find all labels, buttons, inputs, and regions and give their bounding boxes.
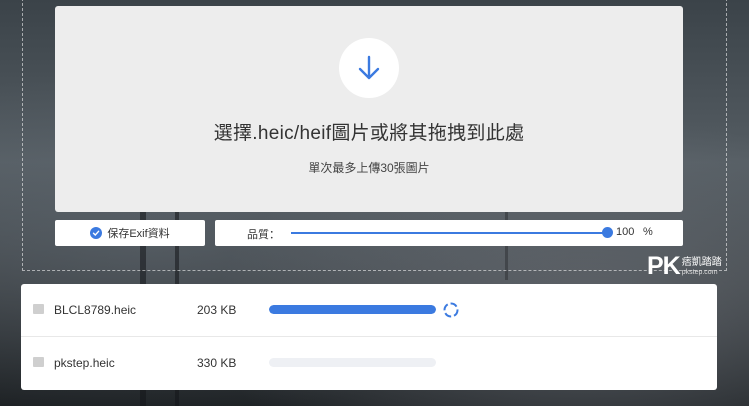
exif-label: 保存Exif資料 [107,228,170,240]
file-row: pkstep.heic 330 KB [21,337,717,389]
progress-bar [269,358,436,367]
quality-slider-track[interactable] [291,232,608,234]
file-row: BLCL8789.heic 203 KB [21,284,717,337]
exif-checkbox[interactable]: 保存Exif資料 [55,220,205,246]
file-size: 203 KB [197,303,237,317]
quality-value: 100 [616,226,635,238]
image-file-icon [33,304,44,314]
drop-zone[interactable]: 選擇.heic/heif圖片或將其拖拽到此處 單次最多上傳30張圖片 [55,6,683,212]
file-size: 330 KB [197,356,237,370]
logo-url: pkstep.com [681,269,718,276]
quality-control: 品質： 100 % [215,220,683,246]
progress-fill [269,305,436,314]
download-arrow-icon [358,55,380,80]
drop-zone-title: 選擇.heic/heif圖片或將其拖拽到此處 [213,123,525,144]
drop-zone-subtitle: 單次最多上傳30張圖片 [308,161,430,175]
site-watermark-logo: PK 痞凱踏踏 pkstep.com [647,253,722,279]
quality-slider-thumb[interactable] [602,227,613,238]
quality-label: 品質： [247,229,280,241]
file-list: BLCL8789.heic 203 KB pkstep.heic 330 KB [21,284,717,390]
logo-site-name: 痞凱踏踏 [681,257,722,268]
logo-pk-text: PK [647,252,681,280]
checkmark-icon [90,227,103,239]
upload-button[interactable] [339,38,399,98]
loading-spinner-icon [443,302,459,318]
quality-unit: % [643,226,653,238]
progress-bar [269,305,436,314]
file-name: BLCL8789.heic [54,303,137,317]
file-name: pkstep.heic [54,356,115,370]
image-file-icon [33,357,44,367]
